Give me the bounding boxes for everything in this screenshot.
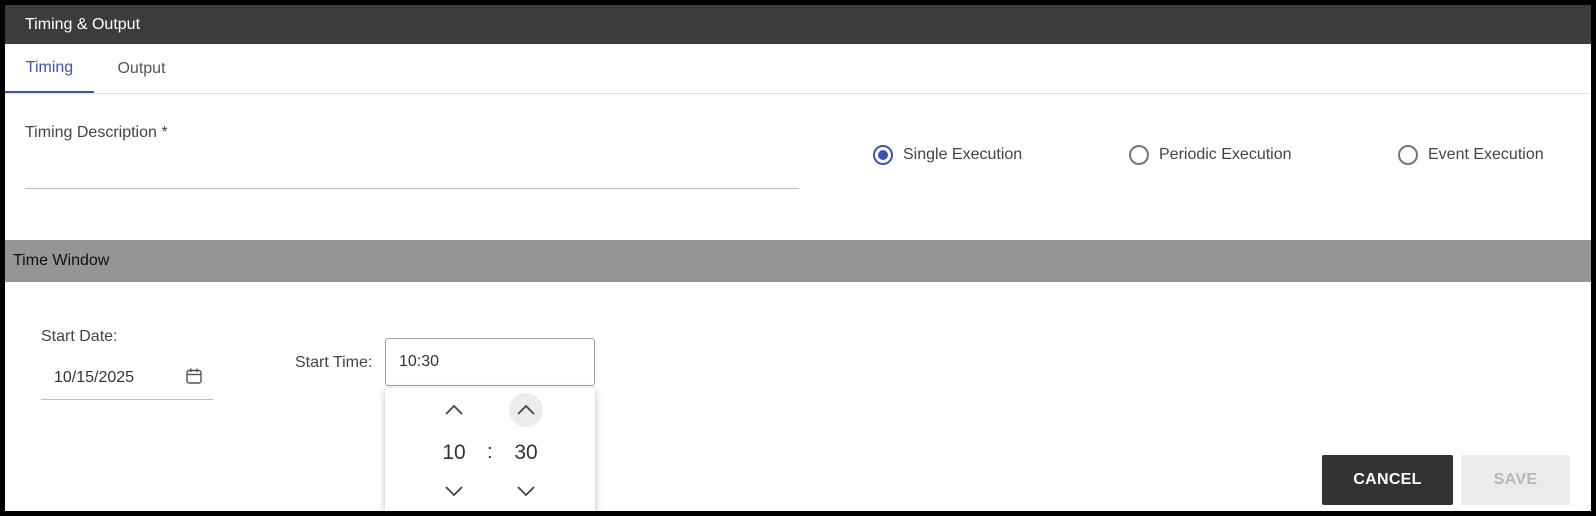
hour-decrement-button[interactable]: [437, 474, 471, 508]
radio-single-execution[interactable]: Single Execution: [873, 141, 1022, 169]
radio-periodic-execution[interactable]: Periodic Execution: [1129, 141, 1292, 169]
chevron-up-icon: [517, 404, 535, 415]
radio-label: Event Execution: [1428, 146, 1544, 163]
radio-unchecked-icon: [1398, 145, 1418, 165]
section-title: Time Window: [13, 252, 110, 269]
hour-increment-button[interactable]: [437, 393, 471, 427]
time-window-header: Time Window: [5, 240, 1591, 282]
save-button[interactable]: SAVE: [1461, 455, 1570, 505]
minute-value[interactable]: 30: [506, 441, 546, 465]
minute-increment-button[interactable]: [509, 393, 543, 427]
start-date-label: Start Date:: [41, 328, 118, 345]
cancel-button[interactable]: CANCEL: [1322, 455, 1453, 505]
tab-timing[interactable]: Timing: [5, 44, 94, 93]
start-date-value: 10/15/2025: [54, 368, 135, 386]
chevron-down-icon: [517, 486, 535, 497]
radio-checked-icon: [873, 145, 893, 165]
dialog-title-bar: Timing & Output: [5, 5, 1591, 44]
minute-decrement-button[interactable]: [509, 474, 543, 508]
radio-unchecked-icon: [1129, 145, 1149, 165]
timing-description-label: Timing Description *: [25, 124, 168, 141]
radio-label: Single Execution: [903, 146, 1023, 163]
tab-output[interactable]: Output: [94, 44, 189, 93]
chevron-down-icon: [445, 486, 463, 497]
tab-bar: Timing Output: [5, 44, 1591, 94]
radio-label: Periodic Execution: [1159, 146, 1292, 163]
start-date-field[interactable]: 10/15/2025: [41, 356, 213, 400]
time-separator: :: [487, 441, 493, 463]
hour-value[interactable]: 10: [434, 441, 474, 465]
start-time-label: Start Time:: [295, 354, 373, 371]
chevron-up-icon: [445, 404, 463, 415]
timing-description-input[interactable]: [25, 150, 799, 189]
start-time-input[interactable]: 10:30: [385, 338, 595, 386]
time-picker-popup: 10 : 30: [385, 388, 595, 516]
calendar-icon[interactable]: [185, 367, 203, 385]
radio-event-execution[interactable]: Event Execution: [1398, 141, 1544, 169]
dialog-title: Timing & Output: [25, 15, 141, 33]
